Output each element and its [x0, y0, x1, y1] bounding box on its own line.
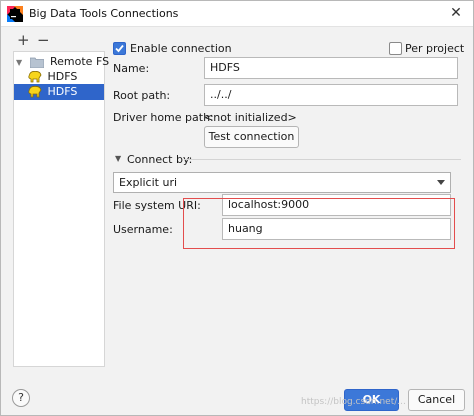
section-divider	[184, 159, 461, 160]
highlight-annotation-box	[183, 198, 455, 249]
connections-tree: ▼ Remote FS HDFS HDFS	[13, 51, 109, 367]
remove-connection-button[interactable]: −	[37, 33, 50, 48]
driver-home-path-value: <not initialized>	[204, 111, 297, 124]
hdfs-elephant-icon	[28, 71, 42, 83]
tree-item-label: HDFS	[47, 85, 78, 98]
connect-by-label: Connect by:	[127, 153, 193, 166]
root-path-input[interactable]: ../../	[204, 84, 458, 106]
connections-dialog: Big Data Tools Connections ✕ + − ▼ Remot…	[0, 0, 474, 416]
expand-triangle-icon[interactable]: ▼	[16, 55, 26, 71]
help-icon[interactable]: ?	[12, 389, 30, 407]
hdfs-elephant-icon	[28, 86, 42, 98]
per-project-checkbox[interactable]	[389, 42, 402, 55]
tree-item-label: Remote FS	[50, 55, 110, 68]
name-input[interactable]: HDFS	[204, 57, 458, 79]
watermark-text: https://blog.csdn.net/...	[301, 397, 406, 407]
driver-home-path-label: Driver home path:	[113, 111, 214, 124]
window-title: Big Data Tools Connections	[29, 7, 179, 20]
connect-by-dropdown[interactable]: Explicit uri	[113, 172, 451, 193]
close-icon[interactable]: ✕	[447, 4, 465, 22]
tree-item-hdfs-selected[interactable]: HDFS	[14, 84, 104, 100]
tree-item-label: HDFS	[47, 70, 78, 83]
username-label: Username:	[113, 223, 173, 236]
intellij-app-icon	[7, 6, 23, 22]
connect-by-selected-value: Explicit uri	[119, 176, 178, 189]
name-label: Name:	[113, 62, 150, 75]
dropdown-arrow-icon	[437, 180, 445, 185]
enable-connection-label: Enable connection	[130, 42, 232, 55]
enable-connection-checkbox[interactable]	[113, 42, 126, 55]
cancel-button[interactable]: Cancel	[408, 389, 465, 411]
root-path-label: Root path:	[113, 89, 171, 102]
remote-folder-icon	[29, 57, 44, 68]
collapse-triangle-icon[interactable]: ▼	[115, 154, 121, 163]
per-project-label: Per project	[405, 42, 465, 55]
test-connection-button[interactable]: Test connection	[204, 126, 299, 148]
title-bar: Big Data Tools Connections ✕	[1, 1, 473, 27]
tree-item-remote-fs[interactable]: ▼ Remote FS	[16, 54, 109, 71]
checkmark-icon	[115, 44, 124, 53]
tree-item-hdfs[interactable]: HDFS	[28, 69, 104, 85]
add-connection-button[interactable]: +	[17, 33, 30, 48]
